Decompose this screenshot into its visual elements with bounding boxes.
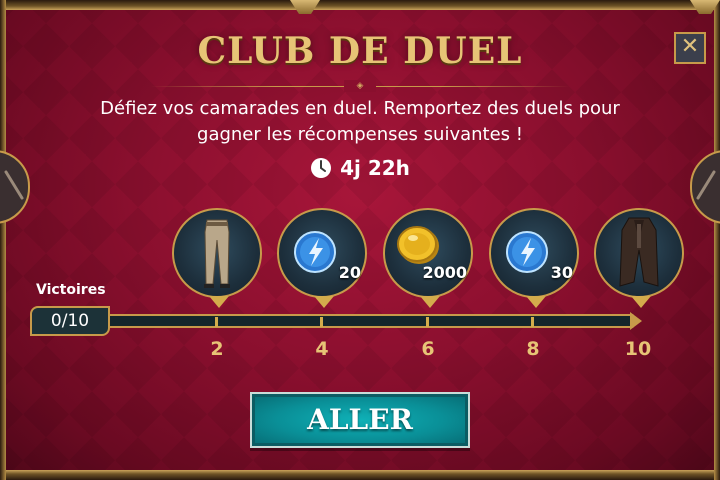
milestone-label: 4 <box>315 338 329 360</box>
pants-icon <box>204 219 230 288</box>
milestone-label: 10 <box>624 338 652 360</box>
milestone-label: 6 <box>421 338 435 360</box>
dialog-description: Défiez vos camarades en duel. Remportez … <box>60 96 660 148</box>
progress-value: 0/10 <box>30 306 110 336</box>
frame-top <box>0 0 720 10</box>
energy-icon <box>294 231 336 273</box>
progress-arrow <box>630 312 642 330</box>
progress-tick <box>531 317 534 327</box>
crossed-wands-icon <box>696 170 716 200</box>
reward-quantity: 30 <box>550 263 573 282</box>
progress-tick <box>215 317 218 327</box>
reward-slot[interactable]: 20 <box>277 208 367 308</box>
reward-pin <box>314 296 334 308</box>
frame-bottom <box>0 470 720 480</box>
description-line: Défiez vos camarades en duel. Remportez … <box>100 98 620 119</box>
frame-left <box>0 0 6 480</box>
reward-slot[interactable] <box>594 208 684 308</box>
reward-quantity: 20 <box>338 263 361 282</box>
description-line: gagner les récompenses suivantes ! <box>197 124 523 145</box>
gold-coin-icon <box>397 226 439 264</box>
reward-slot[interactable]: 2000 <box>383 208 473 308</box>
frame-right <box>714 0 720 480</box>
reward-pin <box>631 296 651 308</box>
milestone-label: 2 <box>210 338 224 360</box>
progress-tick <box>426 317 429 327</box>
reward-pin <box>526 296 546 308</box>
clock-icon <box>310 157 332 184</box>
reward-slot[interactable] <box>172 208 262 308</box>
close-button[interactable]: ✕ <box>674 32 706 64</box>
event-timer: 4j 22h <box>0 156 720 184</box>
reward-slot[interactable]: 30 <box>489 208 579 308</box>
progress-track <box>34 314 634 328</box>
title-ornament: ◈ <box>344 80 376 92</box>
go-button[interactable]: ALLER <box>250 392 470 448</box>
energy-icon <box>506 231 548 273</box>
reward-pin <box>420 296 440 308</box>
dialog-title: CLUB DE DUEL <box>197 30 523 72</box>
coat-icon <box>619 217 659 287</box>
milestone-label: 8 <box>526 338 540 360</box>
progress-tick <box>320 317 323 327</box>
progress-label: Victoires <box>36 282 106 298</box>
timer-text: 4j 22h <box>340 156 410 180</box>
reward-quantity: 2000 <box>422 263 467 282</box>
crossed-wands-icon <box>4 170 24 200</box>
reward-pin <box>209 296 229 308</box>
frame-ornament <box>290 0 320 14</box>
